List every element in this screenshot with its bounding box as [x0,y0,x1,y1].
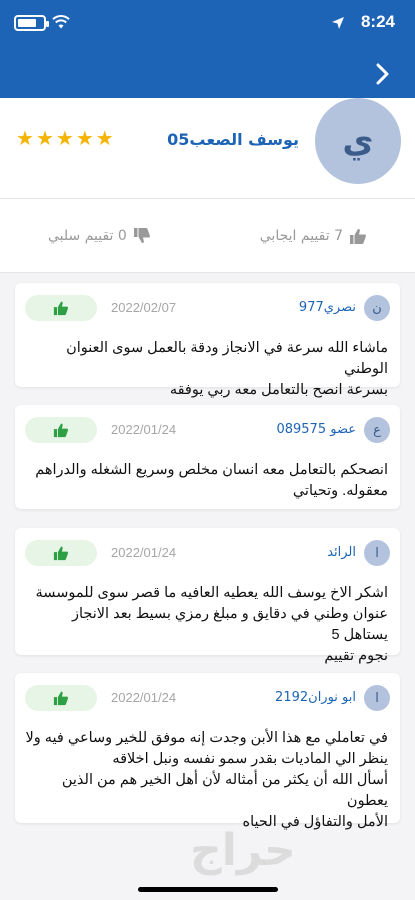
battery-icon [14,15,49,31]
thumbs-up-icon [53,423,69,438]
chevron-right-icon[interactable] [375,62,391,86]
star-icon: ★ [55,126,74,150]
review-text: ماشاء الله سرعة في الانجاز ودقة بالعمل س… [66,340,388,398]
wifi-icon [52,15,70,29]
review-text: في تعاملي مع هذا الأبن وجدت إنه موفق للخ… [25,730,388,830]
review-card: ن نصري977 2022/02/07 ماشاء الله سرعة في … [15,283,400,398]
positive-badge [25,685,97,711]
positive-badge [25,540,97,566]
star-icon: ★ [35,126,54,150]
review-date: 2022/01/24 [111,545,177,560]
location-arrow-icon [332,17,344,29]
thumbs-up-icon [53,691,69,706]
top-header: 8:24 [0,0,415,98]
negative-ratings-label: 0 تقييم سلبي [48,228,127,244]
positive-badge [25,417,97,443]
rating-stars: ★ ★ ★ ★ ★ [16,128,114,148]
positive-ratings[interactable]: 7 تقييم ايجابي [260,227,367,245]
review-date: 2022/01/24 [111,422,177,437]
review-text: اشكر الاخ يوسف الله يعطيه العافيه ما قصر… [35,585,388,664]
home-indicator[interactable] [138,887,278,892]
review-text: انصحكم بالتعامل معه انسان مخلص وسريع الش… [35,462,388,499]
star-icon: ★ [16,126,34,150]
reviewer-name[interactable]: ابو نوران2192 [275,690,356,705]
reviewer-name[interactable]: عضو 089575 [276,422,356,437]
user-name[interactable]: يوسف الصعب05 [167,130,299,149]
review-date: 2022/01/24 [111,690,177,705]
thumbs-up-icon [53,301,69,316]
reviewer-avatar: ن [364,295,390,321]
review-card: ع عضو 089575 2022/01/24 انصحكم بالتعامل … [15,405,400,509]
profile-header: ي يوسف الصعب05 ★ ★ ★ ★ ★ [0,98,415,198]
review-card: ا ابو نوران2192 2022/01/24 في تعاملي مع … [15,673,400,830]
reviewer-avatar: ا [364,685,390,711]
review-card: ا الرائد 2022/01/24 اشكر الاخ يوسف الله … [15,528,400,664]
star-icon: ★ [75,126,94,150]
avatar: ي [315,98,401,184]
watermark: حراج [190,825,296,876]
positive-ratings-label: 7 تقييم ايجابي [259,228,343,244]
reviewer-name[interactable]: الرائد [327,545,356,560]
star-icon: ★ [95,126,114,150]
positive-badge [25,295,97,321]
status-bar: 8:24 [0,0,415,46]
negative-ratings[interactable]: 0 تقييم سلبي [48,227,151,245]
status-time: 8:24 [360,12,395,31]
review-date: 2022/02/07 [111,300,177,315]
thumbs-up-icon [53,546,69,561]
thumbs-up-icon [350,228,366,244]
rating-summary: 7 تقييم ايجابي 0 تقييم سلبي [0,198,415,273]
reviewer-avatar: ع [364,417,390,443]
reviewer-avatar: ا [364,540,390,566]
thumbs-down-icon [133,228,150,244]
reviewer-name[interactable]: نصري977 [299,300,356,315]
